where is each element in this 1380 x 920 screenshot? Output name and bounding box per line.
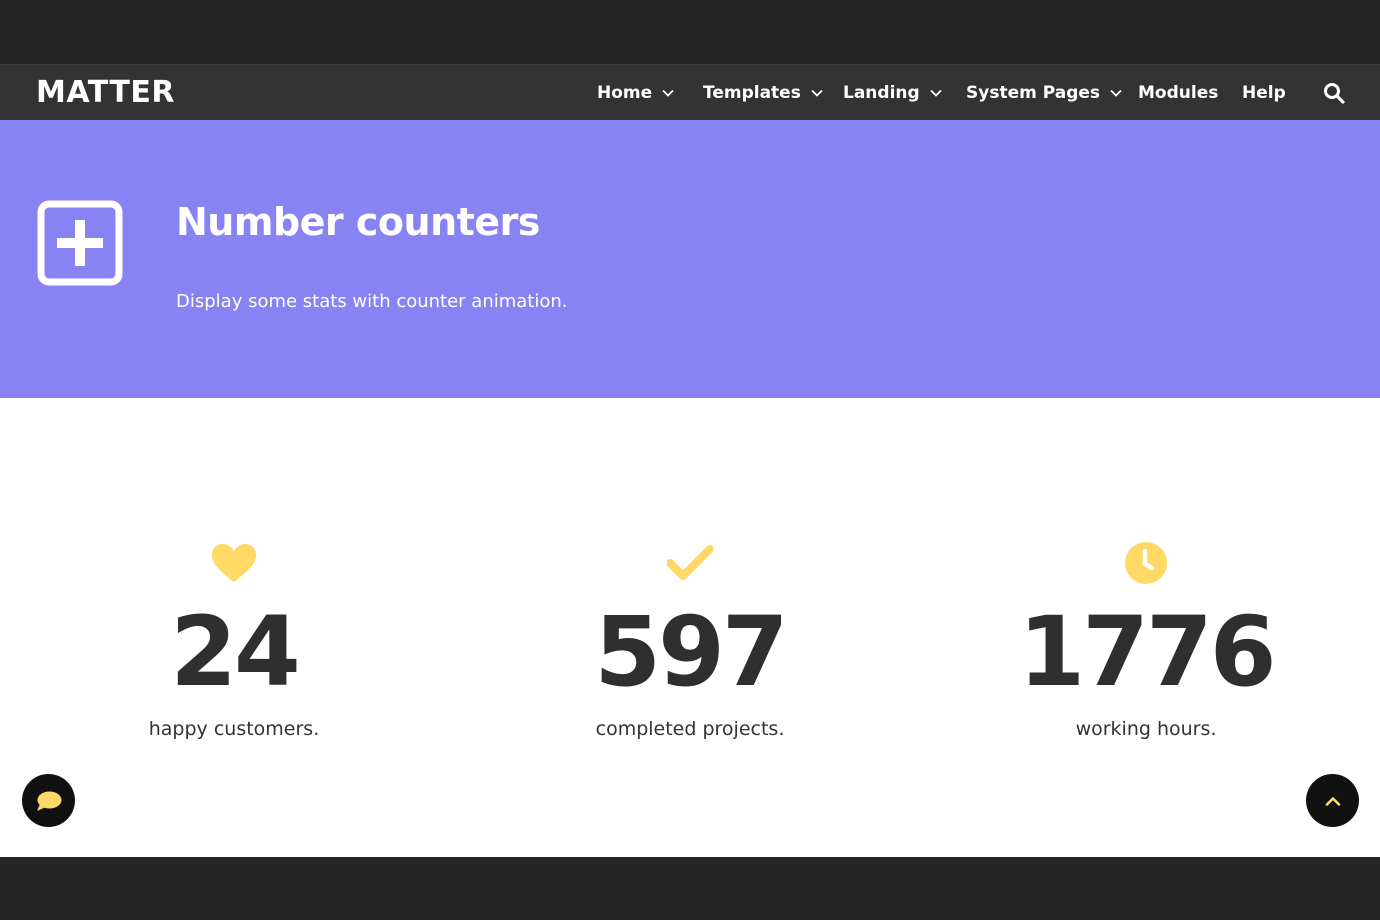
chevron-up-icon <box>1325 796 1340 806</box>
nav-item-landing[interactable]: Landing <box>843 65 942 121</box>
stat-working-hours: 1776 working hours. <box>986 538 1306 742</box>
stats-section: 24 happy customers. 597 completed projec… <box>0 398 1380 857</box>
stat-happy-customers: 24 happy customers. <box>74 538 394 742</box>
stat-completed-projects: 597 completed projects. <box>530 538 850 742</box>
stat-label: working hours. <box>1075 718 1217 740</box>
heart-icon <box>212 544 256 582</box>
nav-item-label: Modules <box>1138 83 1219 103</box>
nav-item-help[interactable]: Help <box>1242 65 1286 121</box>
search-icon[interactable] <box>1322 81 1346 105</box>
footer <box>0 857 1380 920</box>
nav-item-label: Landing <box>843 83 920 103</box>
hero-banner: Number counters Display some stats with … <box>0 120 1380 398</box>
nav-item-label: Help <box>1242 83 1286 103</box>
nav-item-label: Home <box>597 83 653 103</box>
nav-item-label: System Pages <box>966 83 1101 103</box>
nav-item-templates[interactable]: Templates <box>703 65 823 121</box>
chat-bubble-icon <box>36 791 61 811</box>
chevron-down-icon <box>811 89 823 97</box>
page-subtitle: Display some stats with counter animatio… <box>176 291 568 312</box>
page-title: Number counters <box>176 200 540 244</box>
stat-label: happy customers. <box>148 718 320 740</box>
top-strip <box>0 0 1380 64</box>
nav-item-home[interactable]: Home <box>597 65 674 121</box>
nav-item-label: Templates <box>703 83 801 103</box>
plus-square-icon <box>37 200 123 286</box>
chevron-down-icon <box>930 89 942 97</box>
chat-button[interactable] <box>22 774 75 827</box>
stat-value: 1776 <box>1018 596 1276 708</box>
nav-item-system-pages[interactable]: System Pages <box>966 65 1122 121</box>
stat-label: completed projects. <box>595 718 785 740</box>
nav-item-modules[interactable]: Modules <box>1138 65 1218 121</box>
check-icon <box>667 545 713 580</box>
stat-value: 597 <box>594 596 788 708</box>
stat-value: 24 <box>170 596 301 708</box>
scroll-top-button[interactable] <box>1306 774 1359 827</box>
navbar: MATTER Home Templates Landing System Pag… <box>0 64 1380 120</box>
chevron-down-icon <box>662 89 674 97</box>
chevron-down-icon <box>1110 89 1122 97</box>
logo[interactable]: MATTER <box>36 73 175 113</box>
clock-icon <box>1125 542 1167 584</box>
